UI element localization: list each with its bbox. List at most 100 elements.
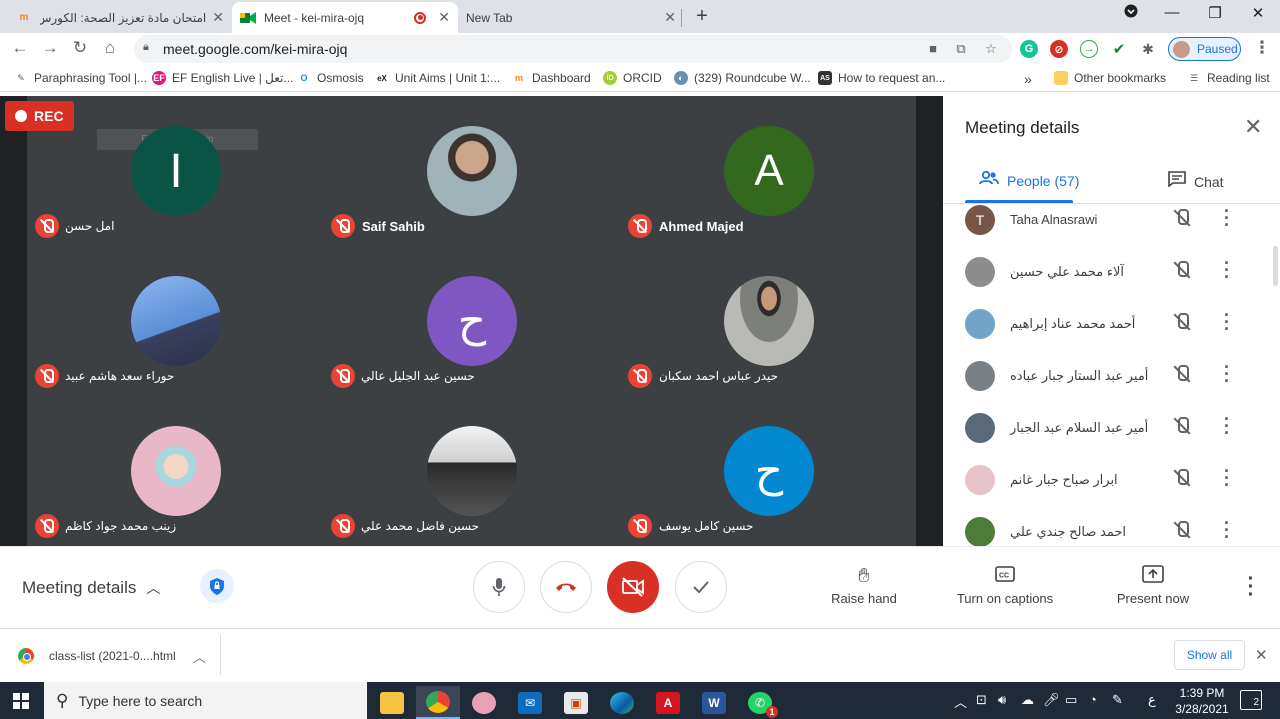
more-options-icon[interactable]: · · · [1221, 410, 1233, 442]
menu-kebab-icon[interactable]: ⋮ [1251, 38, 1273, 58]
translate-icon[interactable]: ⧉ [952, 41, 970, 57]
camera-icon[interactable]: ■ [924, 41, 942, 56]
bookmark-item[interactable]: ✎ Paraphrasing Tool |... [14, 71, 147, 85]
reload-icon[interactable]: ↻ [69, 38, 91, 58]
list-item[interactable]: ابرار صباح جبار غانم · · · [943, 454, 1273, 506]
mic-off-icon[interactable] [1172, 363, 1192, 385]
file-explorer-icon[interactable] [370, 686, 414, 719]
notification-center-icon[interactable]: 2 [1240, 690, 1262, 710]
mic-off-icon[interactable] [1172, 415, 1192, 437]
mic-off-icon[interactable] [1172, 311, 1192, 333]
download-item[interactable]: class-list (2021-0....html [18, 648, 176, 664]
back-icon[interactable]: ← [9, 38, 31, 58]
participant-tile[interactable]: ح حسين كامل يوسف [619, 396, 915, 546]
participant-tile[interactable]: ح حسين عبد الجليل عالي [323, 246, 619, 396]
list-item[interactable]: أحمد محمد عناد إبراهيم · · · [943, 298, 1273, 350]
mic-off-icon[interactable] [1172, 207, 1192, 229]
bookmark-item[interactable]: O Osmosis [297, 71, 363, 85]
pen-tray-icon[interactable]: ✎ [1112, 692, 1123, 708]
captions-button[interactable]: CC Turn on captions [945, 565, 1065, 606]
close-tab-icon[interactable]: ✕ [212, 9, 224, 26]
restore-icon[interactable]: ❐ [1201, 4, 1229, 22]
more-options-icon[interactable]: · · · [1221, 462, 1233, 494]
close-tab-icon[interactable]: ✕ [438, 9, 450, 26]
tab-new[interactable]: New Tab ✕ [458, 2, 684, 33]
tab-chat[interactable]: Chat [1168, 171, 1224, 192]
participant-tile[interactable]: زينب محمد جواد كاظم [27, 396, 323, 546]
meet-tray-icon[interactable]: ⊡ [976, 692, 987, 708]
close-download-bar-icon[interactable]: ✕ [1255, 646, 1268, 664]
list-item[interactable]: أمير عبد الستار جبار عباده · · · [943, 350, 1273, 402]
other-bookmarks[interactable]: Other bookmarks [1054, 71, 1166, 85]
bookmark-item[interactable]: AS How to request an... [818, 71, 945, 85]
scrollbar[interactable] [1273, 246, 1278, 286]
participant-tile[interactable]: Saif Sahib [323, 96, 619, 246]
more-options-icon[interactable]: · · · [1221, 514, 1233, 546]
chrome-taskbar-icon[interactable] [416, 686, 460, 719]
more-options-icon[interactable]: · · · [1221, 306, 1233, 338]
whatsapp-icon[interactable]: ✆ 1 [738, 686, 782, 719]
participant-tile[interactable]: حيدر عباس احمد سكبان [619, 246, 915, 396]
list-item[interactable]: آلاء محمد علي حسين · · · [943, 246, 1273, 298]
clock[interactable]: 1:39 PM 3/28/2021 [1170, 685, 1234, 717]
bookmarks-overflow-button[interactable]: » [1024, 71, 1032, 87]
word-icon[interactable]: W [692, 686, 736, 719]
address-bar[interactable]: 🔒︎ meet.google.com/kei-mira-ojq ■ ⧉ ☆ [134, 35, 1012, 63]
meeting-details-button[interactable]: Meeting details ︿ [22, 578, 160, 598]
list-item[interactable]: أمير عبد السلام عبد الجبار · · · [943, 402, 1273, 454]
mail-icon[interactable]: ✉ [508, 686, 552, 719]
present-now-button[interactable]: Present now [1093, 565, 1213, 606]
camera-off-button[interactable] [607, 561, 659, 613]
extension-arrow-icon[interactable]: → [1080, 40, 1098, 58]
microphone-tray-icon[interactable]: 🎤︎ [1043, 692, 1060, 708]
checkmark-button[interactable] [675, 561, 727, 613]
close-window-icon[interactable]: ✕ [1244, 4, 1272, 22]
mic-off-icon[interactable] [1172, 519, 1192, 541]
participant-tile[interactable]: A Ahmed Majed [619, 96, 915, 246]
mic-off-icon[interactable] [1172, 259, 1192, 281]
raise-hand-button[interactable]: ✋︎ Raise hand [804, 565, 924, 606]
volume-icon[interactable]: 🔊︎ [998, 692, 1006, 708]
show-hidden-icons-icon[interactable]: ︿ [954, 692, 967, 711]
windows-start-icon[interactable] [13, 693, 29, 709]
paint-icon[interactable] [462, 686, 506, 719]
extensions-puzzle-icon[interactable]: ✱ [1139, 40, 1157, 58]
input-language[interactable]: ع [1148, 692, 1156, 708]
participant-tile[interactable]: حسين فاضل محمد علي [323, 396, 619, 546]
more-options-icon[interactable]: · · · [1221, 254, 1233, 286]
adblock-icon[interactable]: ⊘ [1050, 40, 1068, 58]
acrobat-icon[interactable]: A [646, 686, 690, 719]
edge-icon[interactable] [600, 686, 644, 719]
more-options-icon[interactable]: · · · [1221, 358, 1233, 390]
bookmark-item[interactable]: EF EF English Live | تعل... [152, 71, 293, 85]
host-controls-shield-icon[interactable] [200, 569, 234, 603]
more-options-icon[interactable]: · · · [1244, 569, 1258, 605]
bookmark-item[interactable]: iD ORCID [603, 71, 662, 85]
grammarly-icon[interactable]: G [1020, 40, 1038, 58]
wifi-icon[interactable]: ◔ [1089, 692, 1097, 707]
microphone-button[interactable] [473, 561, 525, 613]
close-tab-icon[interactable]: ✕ [664, 9, 676, 26]
checkmark-extension-icon[interactable]: ✔ [1110, 40, 1128, 58]
bookmark-item[interactable]: m Dashboard [512, 71, 591, 85]
list-item[interactable]: احمد صالح جندي علي · · · [943, 506, 1273, 546]
home-icon[interactable]: ⌂ [99, 38, 121, 58]
forward-icon[interactable]: → [39, 38, 61, 58]
bookmark-star-icon[interactable]: ☆ [982, 41, 1000, 57]
bookmark-item[interactable]: eX Unit Aims | Unit 1:... [375, 71, 500, 85]
minimize-icon[interactable]: — [1158, 4, 1186, 21]
store-icon[interactable]: ▣ [554, 686, 598, 719]
reading-list[interactable]: ☰ Reading list [1187, 71, 1270, 85]
bookmark-item[interactable]: ◐ (329) Roundcube W... [674, 71, 811, 85]
tab-exam[interactable]: m امتحان مادة تعزيز الصحة: الكورس ال ✕ [8, 2, 232, 33]
more-options-icon[interactable]: · · · [1221, 204, 1233, 234]
cloud-icon[interactable]: ☁ [1021, 692, 1034, 708]
new-tab-button[interactable]: + [690, 5, 714, 28]
taskbar-search[interactable]: ⚲ Type here to search [44, 682, 367, 719]
battery-icon[interactable]: ▭ [1065, 692, 1077, 708]
list-item[interactable]: T Taha Alnasrawi · · · [943, 204, 1273, 246]
mic-off-icon[interactable] [1172, 467, 1192, 489]
chevron-up-icon[interactable]: ︿ [193, 647, 206, 666]
participant-tile[interactable]: حوراء سعد هاشم عبيد [27, 246, 323, 396]
profile-button[interactable]: Paused [1168, 37, 1241, 61]
